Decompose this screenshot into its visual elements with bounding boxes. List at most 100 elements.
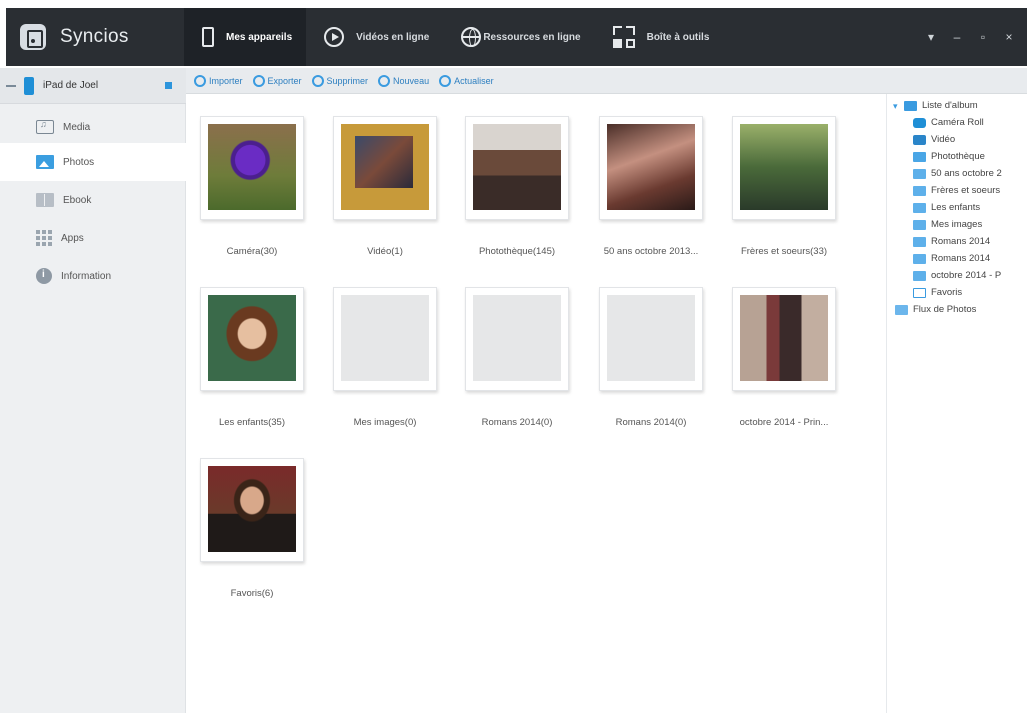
tree-root[interactable]: ▾ Liste d'album [893,98,978,113]
tree-item[interactable]: Romans 2014 [913,234,990,249]
window-controls: ▾ – ▫ × [925,8,1015,66]
tree-item[interactable]: 50 ans octobre 2 [913,166,1002,181]
action-toolbar: Importer Exporter Supprimer Nouveau Actu… [186,68,1027,94]
photo-icon [36,155,54,169]
album-thumbnail[interactable] [599,116,703,220]
album-thumbnail[interactable] [732,116,836,220]
album-grid: Caméra(30) Vidéo(1) Photothèque(145) 50 … [186,94,886,713]
album-caption: Romans 2014(0) [481,417,553,428]
tree-label: Romans 2014 [931,253,991,264]
album-caption: Favoris(6) [230,588,274,599]
sidebar-item-photos[interactable]: Photos [0,143,186,181]
nav-toolbox[interactable]: Boîte à outils [595,8,724,66]
sidebar-item-media[interactable]: Media [0,108,186,146]
toolbar-label: Actualiser [454,75,494,86]
nav-label: Boîte à outils [646,31,710,43]
album-thumbnail[interactable] [333,287,437,391]
expand-icon[interactable]: ▾ [893,101,901,110]
album-image [473,124,561,210]
device-row[interactable]: iPad de Joel [0,68,186,104]
nav-online-videos[interactable]: Vidéos en ligne [306,8,443,66]
album-thumbnail[interactable] [465,287,569,391]
tree-item[interactable]: Photothèque [913,149,985,164]
album-thumbnail[interactable] [333,116,437,220]
album-image [607,295,695,381]
album-image [341,295,429,381]
album-thumbnail[interactable] [200,116,304,220]
delete-button[interactable]: Supprimer [311,74,369,87]
tree-item[interactable]: Vidéo [913,132,955,147]
header-bar: Syncios Mes appareils Vidéos en ligne Re… [6,8,1027,66]
toolbar-label: Importer [209,75,243,86]
album-caption: Romans 2014(0) [615,417,687,428]
album-image [473,295,561,381]
nav-my-devices[interactable]: Mes appareils [184,8,307,66]
import-button[interactable]: Importer [194,74,243,87]
nav-label: Ressources en ligne [483,31,581,43]
album-thumbnail[interactable] [200,287,304,391]
nav-online-resources[interactable]: Ressources en ligne [443,8,594,66]
album-caption: Caméra(30) [226,246,278,257]
album-thumbnail[interactable] [732,287,836,391]
sidebar-item-apps[interactable]: Apps [0,219,186,257]
import-icon [194,74,206,87]
album-image [740,295,828,381]
device-name: iPad de Joel [43,80,99,91]
camera-icon [913,117,926,128]
tree-label: Flux de Photos [913,304,977,315]
album-image [208,295,296,381]
sidebar-item-label: Ebook [63,194,92,206]
album-thumbnail[interactable] [200,458,304,562]
tree-item[interactable]: Les enfants [913,200,980,215]
apps-icon [36,230,52,246]
syncios-logo-icon [20,24,46,50]
toolbar-label: Supprimer [326,75,369,86]
play-icon [324,27,345,47]
album-icon [913,236,926,247]
tree-item[interactable]: Romans 2014 [913,251,990,266]
tree-label: Mes images [931,219,983,230]
sidebar-item-label: Apps [61,232,84,244]
album-tree: ▾ Liste d'album Caméra Roll Vidéo Photot… [886,94,1027,713]
collapse-icon[interactable] [6,84,16,87]
eject-icon[interactable] [165,82,172,89]
menu-dropdown-icon[interactable]: ▾ [925,30,937,44]
album-list-icon [904,100,917,111]
sidebar-item-label: Photos [63,156,95,168]
phone-icon [202,27,214,47]
close-button[interactable]: × [1003,30,1015,44]
tree-item[interactable]: Favoris [913,285,962,300]
tree-item[interactable]: octobre 2014 - P [913,268,1001,283]
toolbox-icon [612,26,635,48]
minimize-button[interactable]: – [951,30,963,44]
new-button[interactable]: Nouveau [378,74,429,87]
title-bar: Syncios Mes appareils Vidéos en ligne Re… [0,0,1027,68]
album-icon [913,168,926,179]
toolbar-label: Exporter [267,75,302,86]
album-icon [913,202,926,213]
tree-item[interactable]: Frères et soeurs [913,183,1000,198]
sidebar-item-ebook[interactable]: Ebook [0,181,186,219]
album-caption: Vidéo(1) [367,246,403,257]
export-button[interactable]: Exporter [252,74,302,87]
album-thumbnail[interactable] [599,287,703,391]
tree-item[interactable]: Mes images [913,217,982,232]
tree-label: Vidéo [931,134,956,145]
brand: Syncios [20,8,129,66]
tree-label: Favoris [931,287,963,298]
tree-label: 50 ans octobre 2 [931,168,1002,179]
album-caption: 50 ans octobre 2013... [603,246,699,257]
globe-icon [461,27,482,47]
tree-item[interactable]: Caméra Roll [913,115,984,130]
new-icon [378,74,391,87]
album-thumbnail[interactable] [465,116,569,220]
device-icon [24,76,34,95]
refresh-button[interactable]: Actualiser [439,74,494,87]
book-icon [36,193,54,207]
maximize-button[interactable]: ▫ [977,30,989,44]
sidebar-item-information[interactable]: Information [0,257,186,295]
tree-item-photo-stream[interactable]: Flux de Photos [895,302,976,317]
tree-label: Liste d'album [922,100,978,111]
album-image [341,124,429,210]
tree-label: Photothèque [931,151,985,162]
